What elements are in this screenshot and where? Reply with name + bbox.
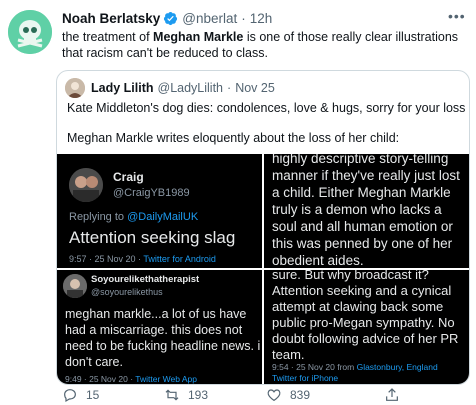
- quote-text-line-1: Kate Middleton's dog dies: condolences, …: [67, 101, 466, 115]
- author-avatar[interactable]: [8, 10, 52, 54]
- broadcast-meta-place: Glastonbury, England: [356, 362, 438, 372]
- tweet[interactable]: Noah Berlatsky @nberlat · 12h ••• the tr…: [0, 0, 476, 405]
- image-tweet-craig[interactable]: Craig @CraigYB1989 Replying to @DailyMai…: [57, 154, 262, 268]
- retweet-count: 193: [188, 388, 209, 402]
- craig-meta: 9:57 · 25 Nov 20 · Twitter for Android: [69, 254, 216, 264]
- share-button[interactable]: [384, 387, 408, 403]
- quote-time: Nov 25: [235, 81, 275, 95]
- separator: ·: [241, 11, 246, 26]
- quote-author-name: Lady Lilith: [91, 81, 154, 95]
- tweet-text: the treatment of Meghan Markle is one of…: [62, 29, 462, 61]
- therapist-tweet-text: meghan markle...a lot of us have had a m…: [65, 307, 261, 369]
- reply-icon: [64, 389, 76, 403]
- therapist-handle: @soyourelikethus: [91, 287, 163, 297]
- craig-tweet-text: Attention seeking slag: [69, 228, 236, 247]
- skull-avatar-image: [8, 10, 52, 54]
- therapist-meta-source: Twitter Web App: [135, 374, 197, 384]
- broadcast-tweet-text: sure. But why broadcast it? Attention se…: [272, 270, 459, 362]
- like-icon: [267, 389, 281, 402]
- tweet-time[interactable]: 12h: [250, 11, 273, 26]
- image-tweet-therapist[interactable]: Soyourelikethatherapist @soyourelikethus…: [57, 270, 262, 384]
- quote-header: Lady Lilith @LadyLilith · Nov 25: [65, 78, 275, 98]
- craig-meta-time: 9:57 · 25 Nov 20 ·: [69, 254, 144, 264]
- like-count: 839: [290, 388, 311, 402]
- broadcast-meta-time: 9:54 · 25 Nov 20 from: [272, 362, 357, 372]
- quote-text-line-2: Meghan Markle writes eloquently about th…: [67, 131, 400, 145]
- story-tweet-text: highly descriptive story-telling manner …: [272, 154, 460, 268]
- therapist-meta: 9:49 · 25 Nov 20 · Twitter Web App: [65, 374, 197, 384]
- retweet-icon: [165, 389, 179, 401]
- more-icon[interactable]: •••: [448, 8, 468, 24]
- like-button[interactable]: 839: [266, 387, 310, 403]
- craig-avatar: [69, 168, 103, 202]
- therapist-avatar: [63, 274, 87, 298]
- quote-separator: ·: [227, 81, 232, 95]
- therapist-meta-time: 9:49 · 25 Nov 20 ·: [65, 374, 136, 384]
- broadcast-meta-source: Twitter for iPhone: [272, 373, 339, 383]
- tweet-text-pre: the treatment of: [62, 30, 154, 44]
- craig-meta-source: Twitter for Android: [143, 254, 216, 264]
- tweet-header: Noah Berlatsky @nberlat · 12h: [62, 11, 272, 26]
- share-icon: [386, 388, 398, 401]
- image-tweet-broadcast[interactable]: sure. But why broadcast it? Attention se…: [264, 270, 469, 384]
- replying-to-handle: @DailyMailUK: [127, 211, 199, 223]
- broadcast-meta: 9:54 · 25 Nov 20 from Glastonbury, Engla…: [272, 362, 468, 384]
- verified-badge-icon: [163, 11, 178, 26]
- craig-handle: @CraigYB1989: [113, 187, 190, 199]
- reply-count: 15: [86, 388, 100, 402]
- quoted-tweet[interactable]: Lady Lilith @LadyLilith · Nov 25 Kate Mi…: [56, 70, 470, 385]
- image-tweet-story[interactable]: highly descriptive story-telling manner …: [264, 154, 469, 268]
- therapist-name: Soyourelikethatherapist: [91, 274, 200, 285]
- quote-author-handle: @LadyLilith: [157, 81, 224, 95]
- quote-image-grid: Craig @CraigYB1989 Replying to @DailyMai…: [57, 154, 469, 384]
- quote-author-avatar[interactable]: [65, 78, 85, 98]
- replying-prefix: Replying to: [69, 211, 128, 223]
- tweet-actions: 15 193 839: [56, 387, 470, 405]
- author-name[interactable]: Noah Berlatsky: [62, 11, 160, 26]
- reply-button[interactable]: 15: [62, 387, 99, 403]
- author-handle[interactable]: @nberlat: [182, 11, 237, 26]
- craig-name: Craig: [113, 170, 144, 184]
- tweet-text-bold: Meghan Markle: [153, 30, 244, 44]
- retweet-button[interactable]: 193: [164, 387, 208, 403]
- craig-replying-to: Replying to @DailyMailUK: [69, 211, 198, 223]
